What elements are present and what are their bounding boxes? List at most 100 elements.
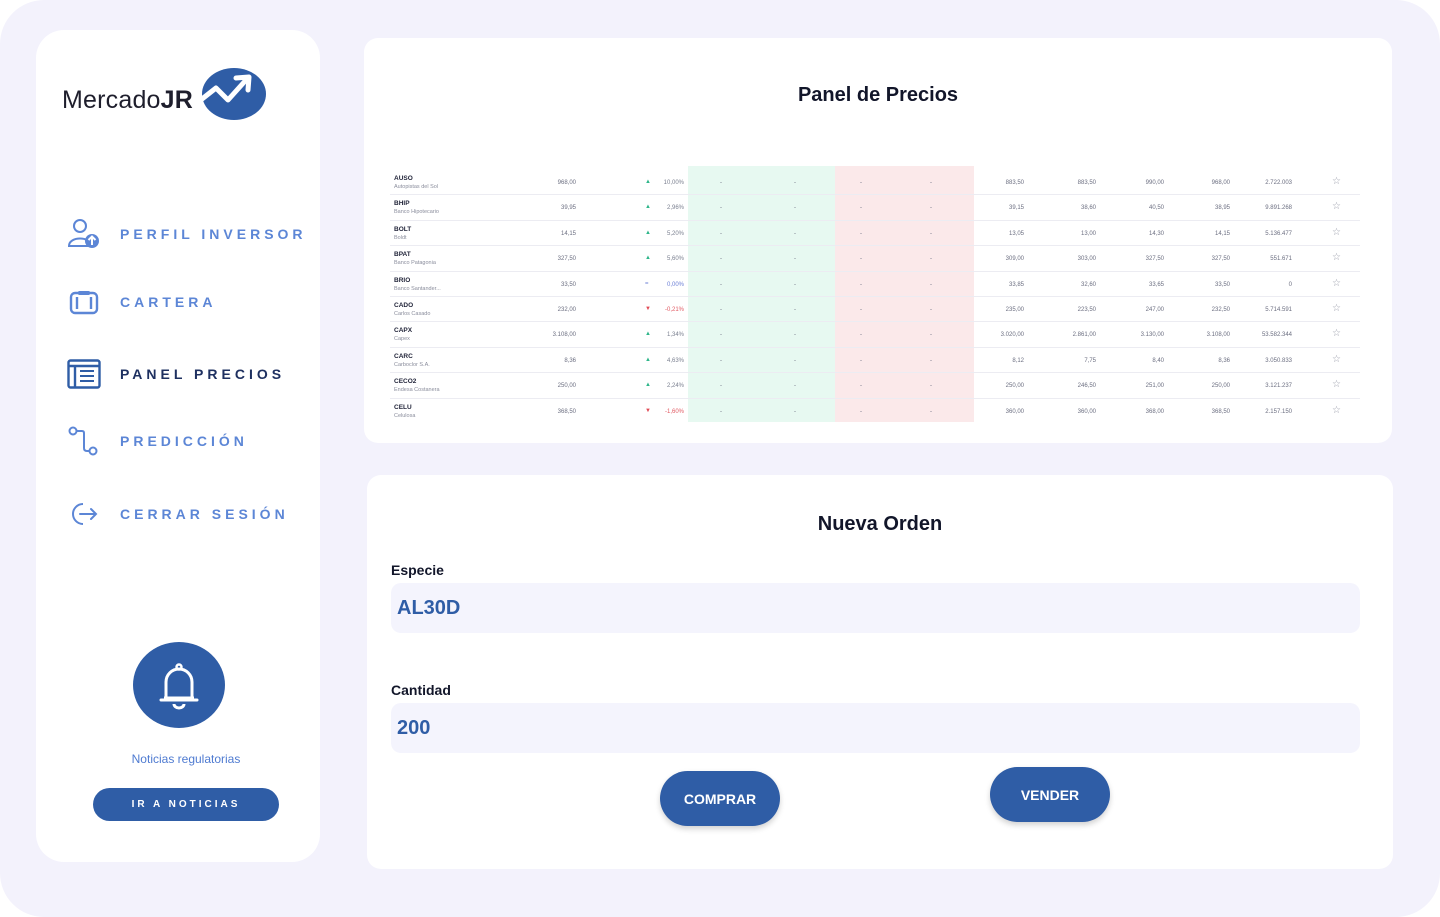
star-icon[interactable]: ☆ [1332, 405, 1341, 416]
notifications-bell[interactable] [133, 642, 225, 728]
row-volume: 3.050.833 [1265, 357, 1292, 364]
row-high: 247,00 [1145, 307, 1164, 313]
go-to-news-button[interactable]: IR A NOTICIAS [93, 788, 279, 821]
row-low: 2.861,00 [1072, 332, 1096, 339]
row-name: Capex [394, 336, 410, 343]
empty-cell: - [930, 383, 932, 390]
table-row[interactable]: BRIO Banco Santander... 33,50 = 0,00% - - - -33,… [390, 272, 1360, 297]
row-close: 3.108,00 [1206, 332, 1230, 339]
empty-cell: - [930, 205, 932, 212]
row-name: Autopistas del Sol [394, 184, 439, 190]
row-name: Celulosa [394, 412, 416, 419]
row-open: 309,00 [1005, 256, 1024, 263]
row-change-pct: 2,24% [666, 383, 684, 390]
row-change-pct: 2,96% [666, 205, 684, 212]
row-high: 990,00 [1145, 180, 1164, 186]
row-last-price: 250,00 [557, 383, 576, 390]
nav-label: CERRAR SESIÓN [120, 506, 289, 522]
row-low: 360,00 [1077, 408, 1096, 415]
row-last-price: 33,50 [560, 281, 576, 288]
empty-cell: - [794, 230, 796, 237]
row-low: 13,00 [1080, 230, 1096, 237]
logo[interactable]: MercadoJR [62, 66, 282, 122]
row-symbol: BPAT [394, 251, 411, 259]
row-change-pct: 1,34% [666, 332, 684, 339]
row-volume: 5.136.477 [1265, 230, 1292, 237]
table-row[interactable]: BHIP Banco Hipotecario 39,95 ▲ 2,96% - - - -39,1… [390, 195, 1360, 221]
row-low: 38,60 [1080, 205, 1096, 212]
row-last-price: 968,00 [557, 180, 576, 186]
species-input[interactable]: AL30D [391, 583, 1360, 633]
star-icon[interactable]: ☆ [1332, 379, 1341, 390]
star-icon[interactable]: ☆ [1332, 176, 1341, 187]
table-row[interactable]: CELU Celulosa 368,50 ▼ -1,60% - - - -360,00 360,0… [390, 399, 1360, 422]
row-low: 303,00 [1077, 256, 1096, 263]
row-low: 883,50 [1077, 180, 1096, 186]
row-last-price: 232,00 [557, 307, 576, 313]
sell-button[interactable]: VENDER [990, 767, 1110, 822]
row-open: 250,00 [1005, 383, 1024, 390]
empty-cell: - [930, 256, 932, 263]
table-row[interactable]: CECO2 Endesa Costanera 250,00 ▲ 2,24% - - - -250… [390, 373, 1360, 399]
empty-cell: - [720, 357, 722, 364]
row-close: 8,36 [1218, 357, 1230, 364]
empty-cell: - [720, 307, 722, 313]
nav-label: PERFIL INVERSOR [120, 226, 307, 242]
quantity-input[interactable]: 200 [391, 703, 1360, 753]
empty-cell: - [794, 256, 796, 263]
row-volume: 3.121.237 [1265, 383, 1292, 390]
row-high: 33,65 [1148, 281, 1164, 288]
empty-cell: - [720, 256, 722, 263]
empty-cell: - [720, 205, 722, 212]
nav-panel-precios[interactable]: PANEL PRECIOS [66, 354, 285, 394]
row-change-pct: 5,60% [666, 256, 684, 263]
nav-cartera[interactable]: CARTERA [66, 282, 216, 322]
logout-icon [66, 496, 102, 532]
empty-cell: - [860, 383, 862, 390]
row-low: 223,50 [1077, 307, 1096, 313]
table-row[interactable]: AUSO Autopistas del Sol 968,00 ▲ 10,00% - - - -8… [390, 170, 1360, 196]
star-icon[interactable]: ☆ [1332, 354, 1341, 365]
star-icon[interactable]: ☆ [1332, 252, 1341, 263]
empty-cell: - [794, 408, 796, 415]
row-name: Banco Hipotecario [394, 209, 439, 216]
user-upload-icon [66, 216, 102, 252]
row-name: Banco Santander... [394, 285, 441, 292]
row-last-price: 3.108,00 [552, 332, 576, 339]
nav-perfil-inversor[interactable]: PERFIL INVERSOR [66, 214, 307, 254]
row-close: 327,50 [1211, 256, 1230, 263]
empty-cell: - [720, 383, 722, 390]
species-label: Especie [391, 562, 444, 578]
row-symbol: CAPX [394, 327, 413, 335]
row-high: 3.130,00 [1140, 332, 1164, 339]
star-icon[interactable]: ☆ [1332, 303, 1341, 314]
star-icon[interactable]: ☆ [1332, 328, 1341, 339]
star-icon[interactable]: ☆ [1332, 201, 1341, 212]
table-row[interactable]: CAPX Capex 3.108,00 ▲ 1,34% - - - -3.020,00 2.861… [390, 322, 1360, 348]
row-change-pct: 5,20% [666, 230, 684, 237]
row-close: 33,50 [1214, 281, 1230, 288]
star-icon[interactable]: ☆ [1332, 278, 1341, 289]
prices-table[interactable]: AUSO Autopistas del Sol 968,00 ▲ 10,00% - - - -8… [390, 166, 1360, 422]
bell-icon [159, 663, 199, 710]
row-change-pct: 10,00% [663, 180, 684, 186]
row-close: 368,50 [1211, 408, 1230, 415]
nav-prediccion[interactable]: PREDICCIÓN [66, 421, 248, 461]
list-panel-icon [66, 356, 102, 392]
table-row[interactable]: BPAT Banco Patagonia 327,50 ▲ 5,60% - - - -309,0… [390, 246, 1360, 272]
star-icon[interactable]: ☆ [1332, 227, 1341, 238]
row-open: 235,00 [1005, 307, 1024, 313]
table-row[interactable]: CARC Carboclor S.A. 8,36 ▲ 4,63% - - - -8,12 7,75… [390, 348, 1360, 374]
row-open: 13,05 [1008, 230, 1024, 237]
buy-button[interactable]: COMPRAR [660, 771, 780, 826]
empty-cell: - [794, 383, 796, 390]
nav-cerrar-sesion[interactable]: CERRAR SESIÓN [66, 494, 289, 534]
empty-cell: - [720, 281, 722, 288]
new-order-title: Nueva Orden [817, 513, 943, 535]
row-last-price: 39,95 [560, 205, 576, 212]
empty-cell: - [930, 332, 932, 339]
empty-cell: - [860, 332, 862, 339]
table-row[interactable]: CADO Carlos Casado 232,00 ▼ -0,21% - - - -235,00… [390, 297, 1360, 323]
table-row[interactable]: BOLT Boldt 14,15 ▲ 5,20% - - - -13,05 13,00 14,30 1… [390, 221, 1360, 247]
empty-cell: - [860, 307, 862, 313]
